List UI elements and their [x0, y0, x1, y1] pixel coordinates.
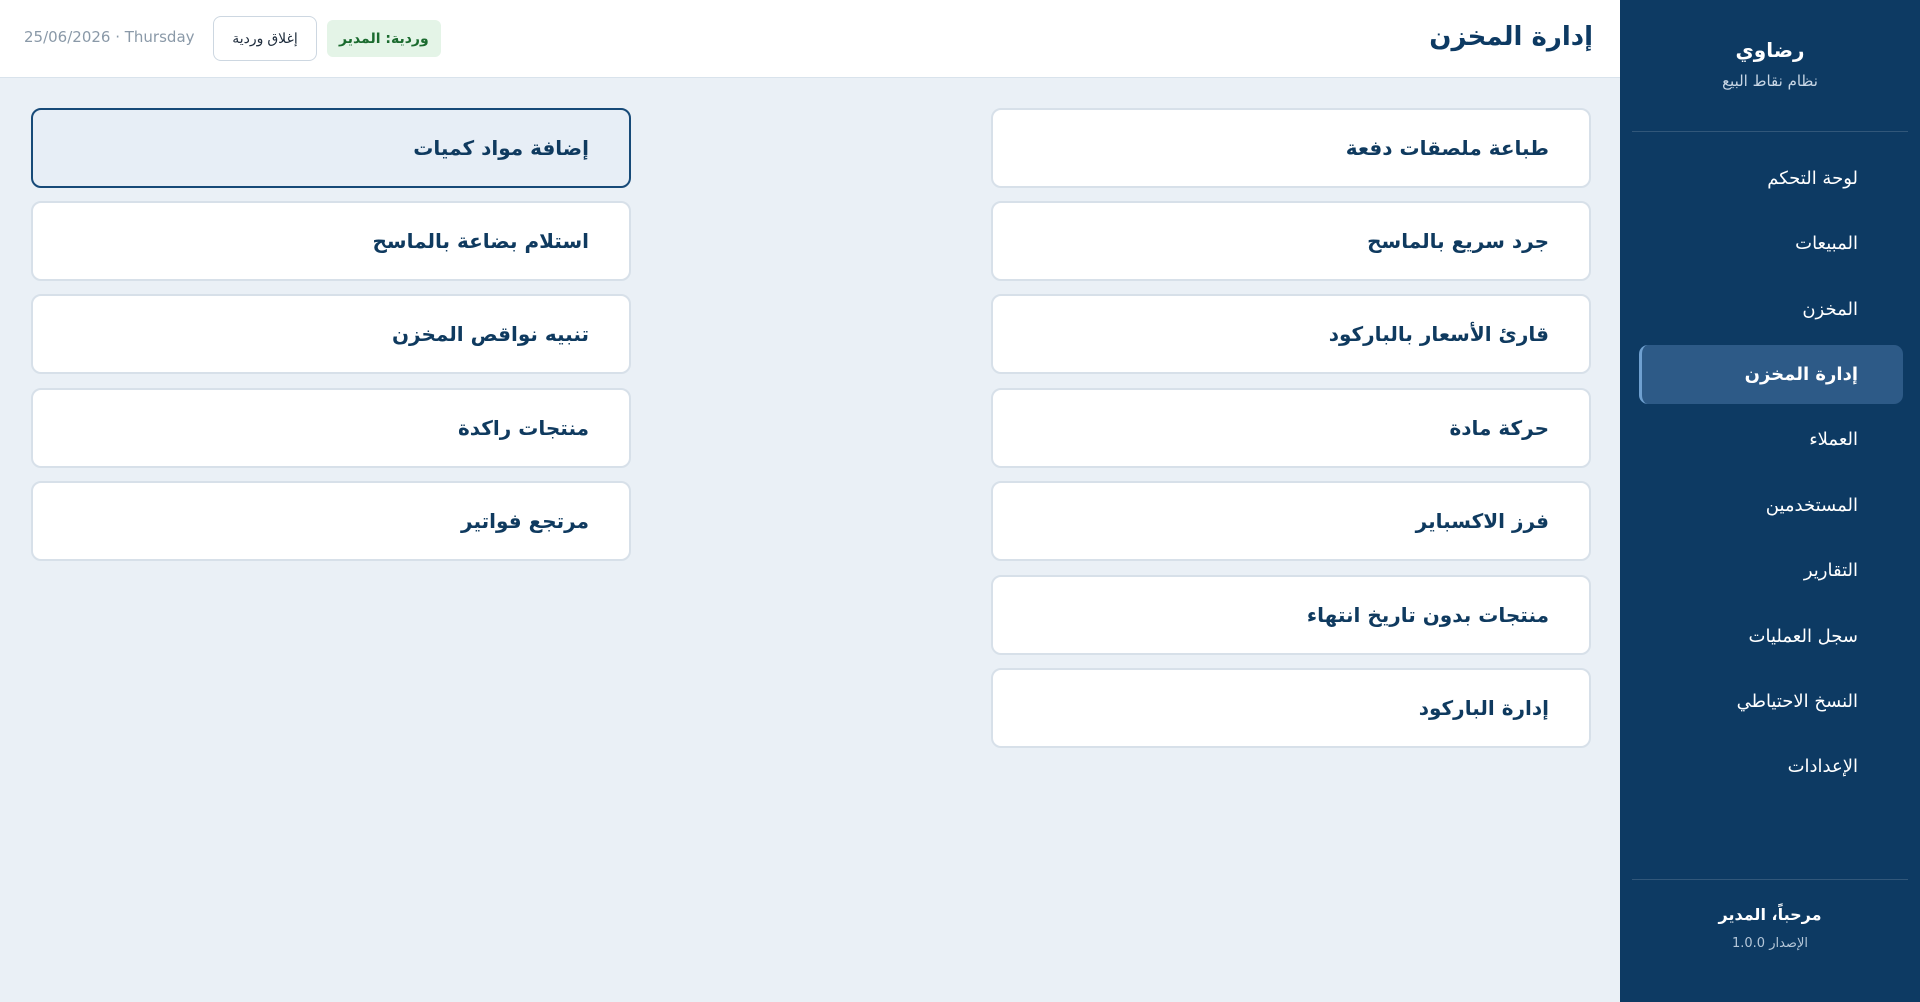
card-invoice-returns[interactable]: مرتجع فواتير: [31, 481, 631, 561]
sidebar-item-backup[interactable]: النسخ الاحتياطي: [1639, 672, 1903, 731]
card-add-quantity-items[interactable]: إضافة مواد كميات: [31, 108, 631, 188]
sidebar-item-users[interactable]: المستخدمين: [1639, 476, 1903, 535]
shift-badge: وردية: المدير: [327, 20, 441, 57]
sidebar-footer-divider: [1632, 879, 1908, 880]
card-expiry-sort[interactable]: فرز الاكسباير: [991, 481, 1591, 561]
sidebar: رضاوي نظام نقاط البيع لوحة التحكم المبيع…: [1620, 0, 1920, 1002]
sidebar-item-settings[interactable]: الإعدادات: [1639, 737, 1903, 796]
sidebar-item-customers[interactable]: العملاء: [1639, 410, 1903, 469]
top-header: إدارة المخزن وردية: المدير إغلاق وردية 2…: [0, 0, 1620, 78]
sidebar-item-inventory-management[interactable]: إدارة المخزن: [1639, 345, 1903, 404]
card-receive-goods-scanner[interactable]: استلام بضاعة بالماسح: [31, 201, 631, 281]
date-display: 25/06/2026 · Thursday: [24, 28, 195, 46]
card-barcode-price-reader[interactable]: قارئ الأسعار بالباركود: [991, 294, 1591, 374]
version-text: الإصدار 1.0.0: [1732, 936, 1808, 951]
sidebar-divider: [1632, 131, 1908, 132]
card-print-batch-labels[interactable]: طباعة ملصقات دفعة: [991, 108, 1591, 188]
sidebar-item-reports[interactable]: التقارير: [1639, 541, 1903, 600]
sidebar-item-activity-log[interactable]: سجل العمليات: [1639, 607, 1903, 666]
app-root: إدارة المخزن وردية: المدير إغلاق وردية 2…: [0, 0, 1920, 1002]
sidebar-brand: رضاوي نظام نقاط البيع: [1620, 38, 1920, 90]
sidebar-footer: مرحباً، المدير الإصدار 1.0.0: [1620, 905, 1920, 951]
sidebar-item-dashboard[interactable]: لوحة التحكم: [1639, 149, 1903, 208]
sidebar-item-sales[interactable]: المبيعات: [1639, 214, 1903, 273]
close-shift-button[interactable]: إغلاق وردية: [213, 16, 317, 61]
card-item-movement[interactable]: حركة مادة: [991, 388, 1591, 468]
card-quick-scan-inventory[interactable]: جرد سريع بالماسح: [991, 201, 1591, 281]
card-barcode-management[interactable]: إدارة الباركود: [991, 668, 1591, 748]
page-title: إدارة المخزن: [1429, 22, 1593, 52]
brand-name: رضاوي: [1735, 38, 1805, 62]
card-products-without-expiry[interactable]: منتجات بدون تاريخ انتهاء: [991, 575, 1591, 655]
card-low-stock-alert[interactable]: تنبيه نواقص المخزن: [31, 294, 631, 374]
main-content: طباعة ملصقات دفعة جرد سريع بالماسح قارئ …: [0, 79, 1620, 1002]
sidebar-item-warehouse[interactable]: المخزن: [1639, 280, 1903, 339]
brand-subtitle: نظام نقاط البيع: [1722, 72, 1818, 90]
card-stagnant-products[interactable]: منتجات راكدة: [31, 388, 631, 468]
welcome-text: مرحباً، المدير: [1718, 905, 1822, 924]
